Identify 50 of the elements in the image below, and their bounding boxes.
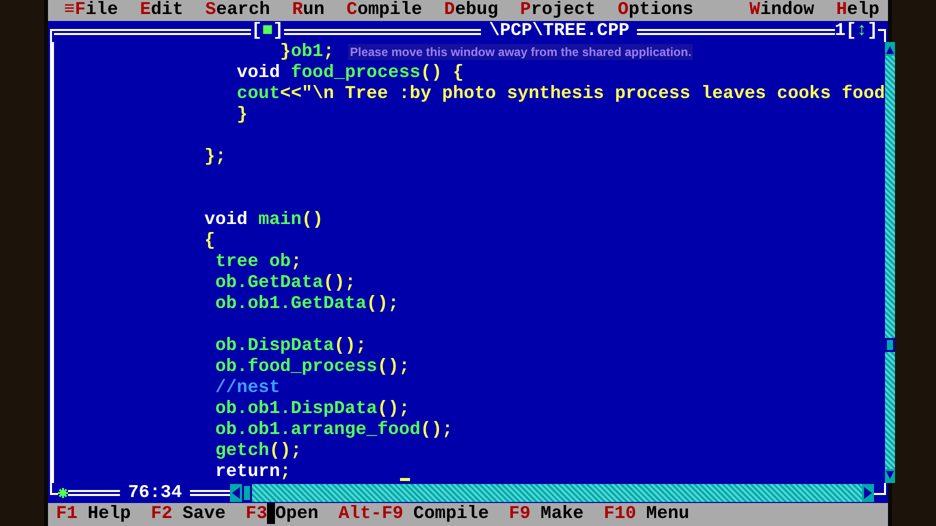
shortcut-button[interactable]: F9 Make bbox=[508, 503, 584, 526]
shortcut-button[interactable]: F10 Menu bbox=[604, 503, 690, 526]
menu-item[interactable]: Window bbox=[749, 0, 814, 21]
menu-item[interactable]: Compile bbox=[346, 0, 422, 21]
menu-item[interactable]: Run bbox=[292, 0, 324, 21]
code-line: ob.ob1.GetData(); bbox=[215, 294, 399, 315]
code-line: ob.ob1.DispData(); bbox=[215, 399, 410, 420]
code-line: { bbox=[204, 231, 216, 252]
window-title: \PCP\TREE.CPP bbox=[488, 21, 630, 42]
code-line: void food_process() { bbox=[236, 63, 464, 84]
code-line: void main() bbox=[204, 210, 324, 231]
menu-item[interactable]: File bbox=[74, 0, 118, 21]
window-number: 1 bbox=[834, 21, 846, 42]
menu-item[interactable]: Help bbox=[836, 0, 880, 21]
scroll-right-icon[interactable] bbox=[862, 484, 874, 502]
shortcut-button[interactable]: F2 Save bbox=[150, 503, 226, 526]
scroll-up-icon[interactable] bbox=[884, 42, 895, 56]
code-line: }; bbox=[204, 147, 226, 168]
share-notice: Please move this window away from the shared application. bbox=[348, 44, 694, 60]
zoom-button[interactable]: [↕] bbox=[846, 21, 878, 42]
resize-star-icon[interactable] bbox=[58, 488, 68, 498]
vertical-scrollbar[interactable] bbox=[884, 42, 895, 483]
code-line: //nest bbox=[215, 378, 280, 399]
code-line: return; bbox=[215, 462, 291, 483]
shortcut-button[interactable]: Alt-F9 Compile bbox=[338, 503, 489, 526]
scroll-thumb[interactable] bbox=[242, 484, 252, 502]
code-line: ob.food_process(); bbox=[215, 357, 410, 378]
shortcut-button[interactable]: F1 Help bbox=[56, 503, 131, 526]
code-line: }ob1; bbox=[280, 42, 334, 63]
menu-item[interactable]: Edit bbox=[140, 0, 184, 21]
menu-item[interactable]: Project bbox=[520, 0, 596, 21]
scroll-down-icon[interactable] bbox=[884, 469, 895, 483]
code-line: } bbox=[236, 105, 248, 126]
shortcut-button[interactable]: F3 Open bbox=[246, 503, 318, 526]
scroll-left-icon[interactable] bbox=[230, 484, 242, 502]
code-line: getch(); bbox=[215, 441, 302, 462]
code-line: cout<<"\n Tree :by photo synthesis process leaves cooks food bbox=[236, 84, 885, 105]
menu-item[interactable]: Debug bbox=[444, 0, 498, 21]
code-line: ob.GetData(); bbox=[215, 273, 356, 294]
code-line: ob.DispData(); bbox=[215, 336, 366, 357]
scroll-thumb[interactable] bbox=[884, 338, 895, 352]
text-cursor bbox=[400, 478, 410, 481]
code-line: tree ob; bbox=[215, 252, 302, 273]
code-line: ob.ob1.arrange_food(); bbox=[215, 420, 453, 441]
menu-item[interactable]: Options bbox=[618, 0, 694, 21]
horizontal-scrollbar[interactable] bbox=[230, 484, 874, 502]
cursor-position: 76:34 bbox=[127, 483, 184, 503]
frame-corner bbox=[874, 483, 886, 495]
close-button[interactable]: [■] bbox=[251, 21, 284, 42]
menu-item[interactable]: Search bbox=[205, 0, 270, 21]
